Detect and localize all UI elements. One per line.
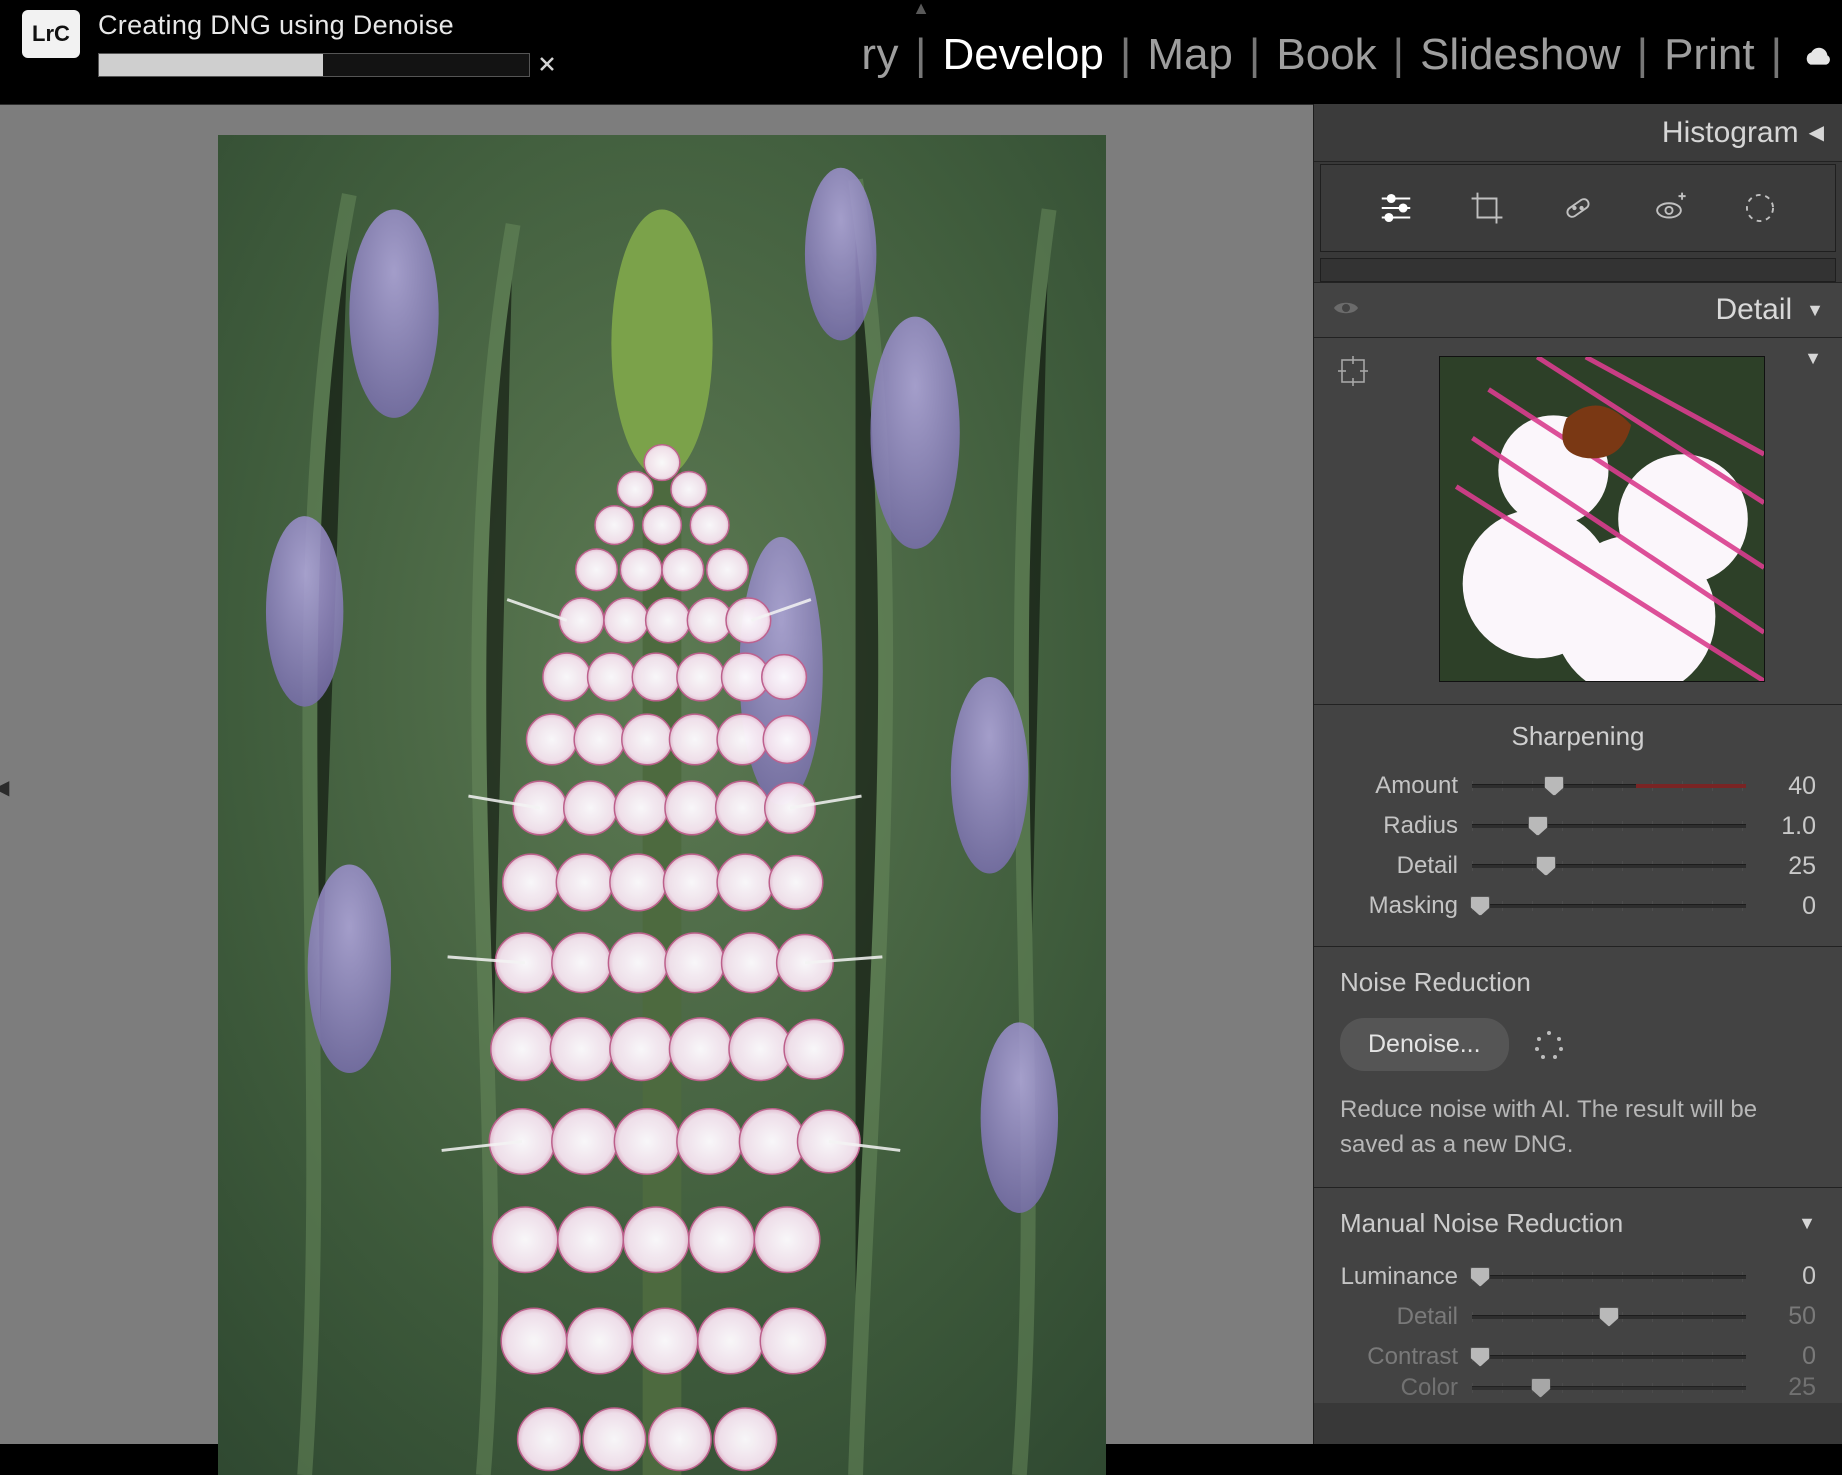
slider-label: Detail xyxy=(1340,1303,1458,1331)
crop-icon xyxy=(1468,189,1506,227)
left-panel-handle-icon[interactable]: ◀ xyxy=(0,775,9,800)
manual-nr-color-row: Color 25 xyxy=(1340,1377,1816,1399)
histogram-header[interactable]: Histogram ◀ xyxy=(1314,104,1842,162)
slider-label: Luminance xyxy=(1340,1263,1458,1291)
slider-thumb[interactable] xyxy=(1531,1378,1551,1398)
chevron-down-icon: ▼ xyxy=(1806,300,1824,321)
mask-tool-button[interactable] xyxy=(1738,186,1782,230)
slider-label: Detail xyxy=(1340,852,1458,880)
redeye-tool-button[interactable] xyxy=(1647,186,1691,230)
crop-tool-button[interactable] xyxy=(1465,186,1509,230)
spinner-icon xyxy=(1535,1031,1563,1059)
tab-map[interactable]: Map xyxy=(1143,30,1237,80)
collapse-top-icon[interactable]: ▲ xyxy=(912,0,930,19)
slider-track[interactable] xyxy=(1472,1345,1746,1369)
preset-strip[interactable] xyxy=(1320,258,1836,282)
slider-label: Contrast xyxy=(1340,1343,1458,1371)
manual-nr-detail-row: Detail 50 xyxy=(1340,1297,1816,1337)
slider-value[interactable]: 1.0 xyxy=(1760,812,1816,841)
sharpening-amount-row: Amount 40 xyxy=(1340,766,1816,806)
manual-nr-luminance-row: Luminance 0 xyxy=(1340,1257,1816,1297)
tool-strip xyxy=(1320,164,1836,252)
slider-label: Color xyxy=(1340,1377,1458,1399)
cloud-sync-icon[interactable] xyxy=(1802,47,1832,69)
chevron-down-icon[interactable]: ▼ xyxy=(1798,1213,1816,1234)
eye-plus-icon xyxy=(1650,189,1688,227)
noise-reduction-desc: Reduce noise with AI. The result will be… xyxy=(1340,1093,1816,1163)
sharpening-masking-row: Masking 0 xyxy=(1340,886,1816,926)
tab-library-clipped[interactable]: ry xyxy=(857,30,903,80)
slider-track[interactable] xyxy=(1472,1305,1746,1329)
slider-thumb[interactable] xyxy=(1528,816,1548,836)
slider-track[interactable] xyxy=(1472,894,1746,918)
slider-value[interactable]: 40 xyxy=(1760,772,1816,801)
slider-value[interactable]: 0 xyxy=(1760,1342,1816,1371)
heal-tool-button[interactable] xyxy=(1556,186,1600,230)
histogram-label: Histogram xyxy=(1662,116,1799,150)
target-picker-button[interactable] xyxy=(1338,356,1368,393)
slider-track[interactable] xyxy=(1472,774,1746,798)
cancel-task-button[interactable] xyxy=(538,55,558,75)
slider-thumb[interactable] xyxy=(1470,1347,1490,1367)
detail-preview-thumb[interactable] xyxy=(1439,356,1765,682)
slider-value[interactable]: 50 xyxy=(1760,1302,1816,1331)
close-icon xyxy=(538,55,556,73)
slider-track[interactable] xyxy=(1472,1265,1746,1289)
bandage-icon xyxy=(1559,189,1597,227)
slider-label: Masking xyxy=(1340,892,1458,920)
manual-nr-title: Manual Noise Reduction xyxy=(1340,1208,1623,1239)
denoise-button[interactable]: Denoise... xyxy=(1340,1018,1509,1071)
manual-nr-contrast-row: Contrast 0 xyxy=(1340,1337,1816,1377)
task-label: Creating DNG using Denoise xyxy=(98,10,530,41)
manual-nr-panel: Manual Noise Reduction ▼ Luminance 0 Detai… xyxy=(1314,1187,1842,1403)
slider-track[interactable] xyxy=(1472,814,1746,838)
detail-label: Detail xyxy=(1715,293,1792,327)
slider-thumb[interactable] xyxy=(1470,896,1490,916)
noise-reduction-panel: Noise Reduction Denoise... Reduce noise … xyxy=(1314,946,1842,1187)
right-panel: Histogram ◀ xyxy=(1313,104,1842,1444)
slider-value[interactable]: 25 xyxy=(1760,1377,1816,1399)
slider-value[interactable]: 0 xyxy=(1760,1262,1816,1291)
slider-thumb[interactable] xyxy=(1536,856,1556,876)
sharpening-radius-row: Radius 1.0 xyxy=(1340,806,1816,846)
collapse-left-icon: ◀ xyxy=(1809,120,1824,145)
slider-value[interactable]: 25 xyxy=(1760,852,1816,881)
tab-develop[interactable]: Develop xyxy=(938,30,1107,80)
main-photo[interactable]: // no-op placeholder (kept static below) xyxy=(218,135,1106,1475)
slider-thumb[interactable] xyxy=(1544,776,1564,796)
slider-label: Amount xyxy=(1340,772,1458,800)
detail-preview-area: ▼ xyxy=(1314,338,1842,704)
sharpening-title: Sharpening xyxy=(1340,721,1816,752)
module-tabs: ry | Develop | Map | Book | Slideshow | … xyxy=(857,30,1832,80)
slider-thumb[interactable] xyxy=(1599,1307,1619,1327)
sliders-icon xyxy=(1377,189,1415,227)
noise-reduction-title: Noise Reduction xyxy=(1340,967,1816,998)
slider-label: Radius xyxy=(1340,812,1458,840)
canvas-area[interactable]: ◀ xyxy=(0,104,1313,1444)
sharpening-detail-row: Detail 25 xyxy=(1340,846,1816,886)
preview-toggle-icon[interactable] xyxy=(1332,296,1360,324)
circle-dashed-icon xyxy=(1741,189,1779,227)
slider-thumb[interactable] xyxy=(1470,1267,1490,1287)
slider-track[interactable] xyxy=(1472,854,1746,878)
tab-book[interactable]: Book xyxy=(1272,30,1380,80)
edit-tool-button[interactable] xyxy=(1374,186,1418,230)
tab-slideshow[interactable]: Slideshow xyxy=(1416,30,1625,80)
slider-track[interactable] xyxy=(1472,1377,1746,1399)
detail-section-header[interactable]: Detail ▼ xyxy=(1314,282,1842,338)
app-icon: LrC xyxy=(22,10,80,58)
sharpening-panel: Sharpening Amount 40 Radius 1.0 Detail 25 Mask… xyxy=(1314,704,1842,946)
tab-print[interactable]: Print xyxy=(1660,30,1758,80)
progress-bar xyxy=(98,53,530,77)
top-bar: ▲ LrC Creating DNG using Denoise ry | De… xyxy=(0,0,1842,104)
slider-value[interactable]: 0 xyxy=(1760,892,1816,921)
chevron-down-icon[interactable]: ▼ xyxy=(1804,348,1822,369)
